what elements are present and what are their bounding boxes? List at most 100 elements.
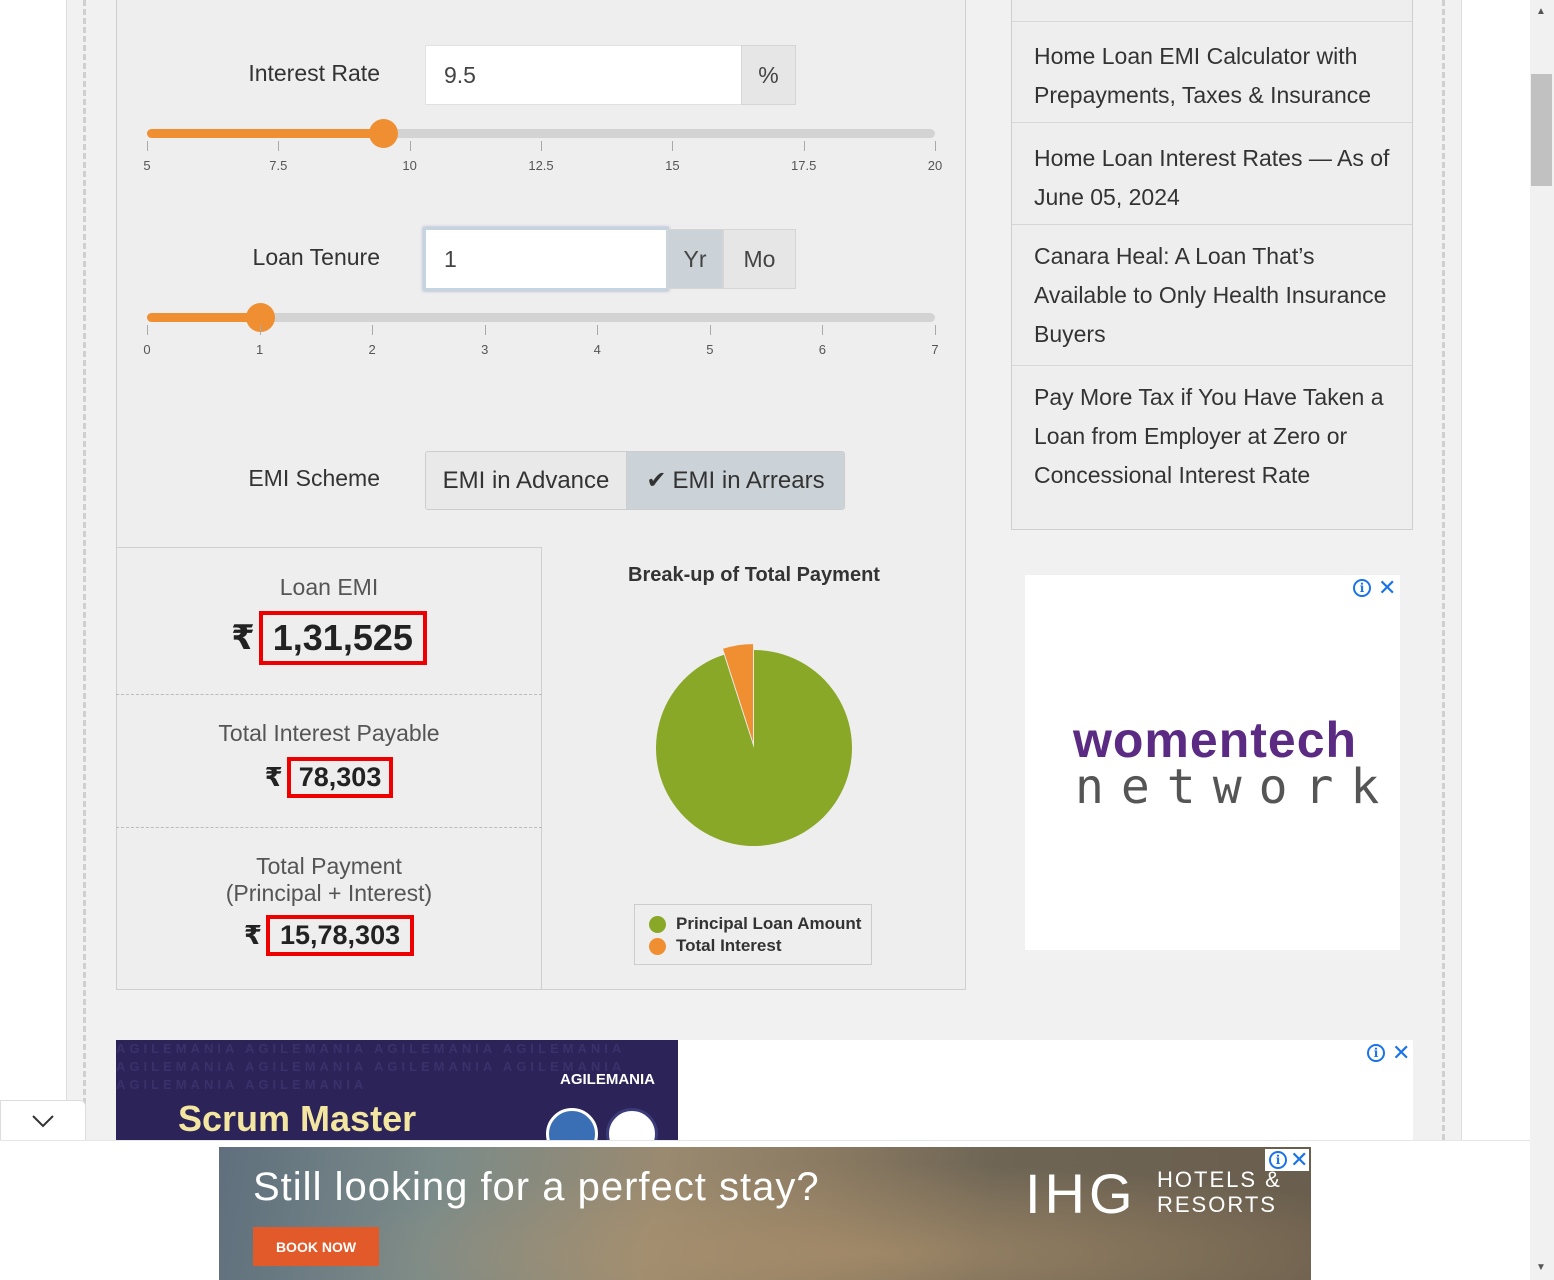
loan-tenure-tick-label: 4 xyxy=(593,342,601,357)
legend-dot-principal xyxy=(649,915,666,933)
ihg-sub-line1: HOTELS & xyxy=(1157,1167,1282,1192)
interest-rate-tick xyxy=(672,141,674,151)
loan-tenure-tick xyxy=(259,325,261,335)
loan-tenure-tick-label: 7 xyxy=(931,342,939,357)
loan-tenure-tick xyxy=(709,325,711,335)
scroll-down-icon[interactable]: ▼ xyxy=(1536,1262,1546,1273)
loan-tenure-tick xyxy=(147,325,148,335)
total-payment-value: 15,78,303 xyxy=(265,915,415,956)
loan-tenure-tick xyxy=(372,325,374,335)
sidebar-item-employer-loan-tax[interactable]: Pay More Tax if You Have Taken a Loan fr… xyxy=(1012,365,1412,530)
legend-dot-interest xyxy=(649,937,666,955)
scrum-master-ad[interactable]: AGILEMANIA AGILEMANIA AGILEMANIA AGILEMA… xyxy=(116,1040,678,1140)
collapse-ad-button[interactable] xyxy=(0,1100,86,1140)
interest-rate-tick-label: 5 xyxy=(143,158,151,173)
interest-rate-label: Interest Rate xyxy=(248,60,380,86)
interest-rate-tick xyxy=(935,141,936,151)
ihg-sub-line2: RESORTS xyxy=(1157,1192,1277,1217)
total-payment-label: Total Payment xyxy=(256,853,402,879)
ihg-headline: Still looking for a perfect stay? xyxy=(253,1165,820,1209)
tenure-month-toggle[interactable]: Mo xyxy=(723,229,796,289)
sidebar-item-interest-rates[interactable]: Home Loan Interest Rates — As of June 05… xyxy=(1012,122,1412,224)
interest-rate-tick xyxy=(278,141,280,151)
rupee-icon: ₹ xyxy=(243,920,262,950)
total-interest-value: 78,303 xyxy=(286,757,394,798)
loan-emi-label: Loan EMI xyxy=(279,574,379,600)
loan-tenure-tick-label: 2 xyxy=(368,342,376,357)
legend-label-principal: Principal Loan Amount xyxy=(676,914,862,933)
left-dashed-border xyxy=(83,0,86,1140)
sidebar-item-canara-heal[interactable]: Canara Heal: A Loan That’s Available to … xyxy=(1012,224,1412,365)
banner-advertisement[interactable]: AGILEMANIA AGILEMANIA AGILEMANIA AGILEMA… xyxy=(116,1040,1413,1140)
chart-legend: Principal Loan Amount Total Interest xyxy=(634,904,872,965)
emi-in-arrears-label: EMI in Arrears xyxy=(672,466,825,494)
pie-slice-principal[interactable] xyxy=(656,650,852,846)
interest-rate-slider[interactable] xyxy=(147,119,935,148)
loan-tenure-tick-label: 1 xyxy=(255,342,264,357)
interest-rate-tick-label: 20 xyxy=(927,158,943,173)
ad-close-icon[interactable]: ✕ xyxy=(1378,577,1396,599)
side-advertisement[interactable]: i ✕ womentech network xyxy=(1025,575,1400,950)
separator xyxy=(116,694,542,695)
total-payment-block: Total Payment (Principal + Interest) ₹ 1… xyxy=(116,853,542,956)
right-dashed-border xyxy=(1442,0,1445,1140)
interest-rate-tick-label: 15 xyxy=(665,158,680,173)
ad-close-icon[interactable]: ✕ xyxy=(1392,1042,1410,1064)
emi-in-arrears-button[interactable]: ✔ EMI in Arrears xyxy=(626,452,844,509)
interest-rate-unit: % xyxy=(741,45,796,105)
loan-tenure-tick-label: 3 xyxy=(481,342,489,357)
interest-rate-input[interactable]: 9.5 xyxy=(425,45,743,105)
ad-controls: i ✕ xyxy=(1265,1149,1309,1171)
results-panel: Loan EMI ₹ 1,31,525 Total Interest Payab… xyxy=(116,547,542,990)
interest-rate-tick-label: 12.5 xyxy=(528,158,554,173)
loan-emi-value: 1,31,525 xyxy=(258,611,427,665)
total-interest-block: Total Interest Payable ₹ 78,303 xyxy=(116,720,542,798)
scrollbar-thumb[interactable] xyxy=(1531,74,1552,186)
loan-tenure-tick-label: 5 xyxy=(706,342,714,357)
loan-tenure-input[interactable]: 1 xyxy=(423,227,669,291)
emi-in-advance-button[interactable]: EMI in Advance xyxy=(426,452,626,509)
total-interest-label: Total Interest Payable xyxy=(218,720,440,746)
related-articles-sidebar: Home Loan EMI Calculator with Prepayment… xyxy=(1011,0,1413,530)
ad-close-icon[interactable]: ✕ xyxy=(1290,1149,1308,1171)
chart-title: Break-up of Total Payment xyxy=(628,564,880,586)
legend-label-interest: Total Interest xyxy=(676,936,782,955)
emi-scheme-label: EMI Scheme xyxy=(248,465,380,491)
interest-rate-tick xyxy=(803,141,805,151)
loan-tenure-tick xyxy=(822,325,824,335)
ad-info-icon[interactable]: i xyxy=(1269,1151,1287,1169)
interest-rate-tick-label: 7.5 xyxy=(269,158,288,173)
scroll-up-icon[interactable]: ▲ xyxy=(1536,6,1546,17)
ad-info-icon[interactable]: i xyxy=(1353,579,1371,597)
interest-rate-slider-fill xyxy=(147,129,384,138)
payment-breakup-chart: Break-up of Total Payment Principal Loan… xyxy=(542,548,966,990)
emi-scheme-toggle: EMI in Advance ✔ EMI in Arrears xyxy=(425,451,845,510)
network-text: network xyxy=(1075,759,1397,815)
interest-rate-tick-label: 10 xyxy=(402,158,417,173)
loan-tenure-slider[interactable] xyxy=(147,303,935,332)
interest-rate-tick-label: 17.5 xyxy=(791,158,817,173)
loan-tenure-slider-fill xyxy=(147,313,260,322)
interest-rate-tick xyxy=(147,141,148,151)
loan-tenure-tick-label: 6 xyxy=(818,342,827,357)
loan-tenure-tick-label: 0 xyxy=(143,342,151,357)
tenure-year-toggle[interactable]: Yr xyxy=(667,229,723,289)
interest-rate-tick xyxy=(409,141,411,151)
loan-tenure-tick xyxy=(484,325,486,335)
book-now-button[interactable]: BOOK NOW xyxy=(253,1227,379,1266)
loan-emi-block: Loan EMI ₹ 1,31,525 xyxy=(116,574,542,665)
separator xyxy=(116,827,542,828)
loan-tenure-label: Loan Tenure xyxy=(252,244,380,270)
agilemania-logo: AGILEMANIA xyxy=(560,1071,655,1088)
sidebar-item-emi-calculator[interactable]: Home Loan EMI Calculator with Prepayment… xyxy=(1012,21,1412,122)
legend-item-interest[interactable]: Total Interest xyxy=(649,935,871,957)
rupee-icon: ₹ xyxy=(231,619,255,657)
ihg-advertisement[interactable]: Still looking for a perfect stay? BOOK N… xyxy=(219,1147,1311,1280)
ad-info-icon[interactable]: i xyxy=(1367,1044,1385,1062)
vertical-scrollbar[interactable]: ▲ ▼ xyxy=(1530,0,1554,1280)
loan-tenure-tick xyxy=(935,325,936,335)
interest-rate-tick xyxy=(541,141,542,151)
interest-rate-slider-handle[interactable] xyxy=(369,119,399,148)
legend-item-principal[interactable]: Principal Loan Amount xyxy=(649,913,871,935)
check-icon: ✔ xyxy=(646,467,667,494)
